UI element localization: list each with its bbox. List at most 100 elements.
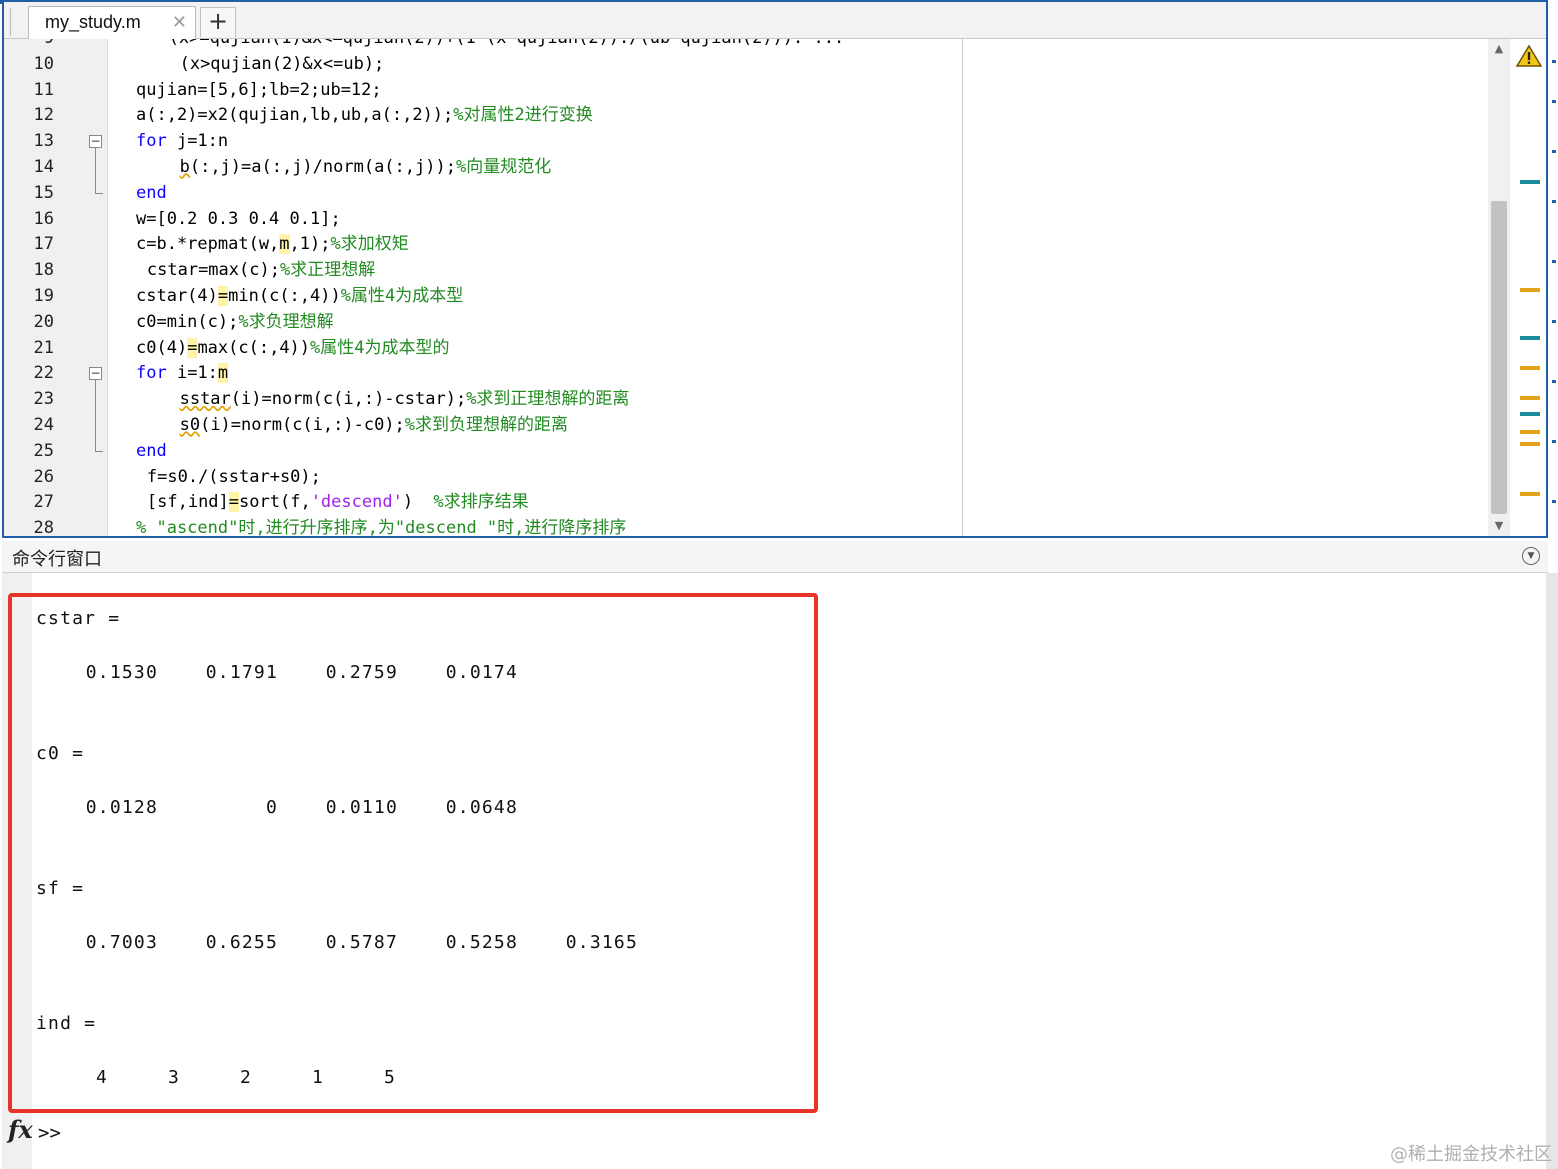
code-token: %求加权矩 — [330, 234, 409, 255]
code-line[interactable]: cstar(4)=min(c(:,4))%属性4为成本型 — [136, 283, 463, 309]
code-line[interactable]: f=s0./(sstar+s0); — [147, 464, 321, 490]
code-line[interactable]: w=[0.2 0.3 0.4 0.1]; — [136, 206, 341, 232]
code-line[interactable]: a(:,2)=x2(qujian,lb,ub,a(:,2));%对属性2进行变换 — [136, 102, 593, 128]
line-number: 18 — [33, 260, 54, 281]
code-token: b — [179, 157, 190, 177]
tab-bar-left-edge — [10, 8, 11, 36]
code-line[interactable]: [sf,ind]=sort(f,'descend') %求排序结果 — [147, 489, 529, 515]
code-token: (:,j)=a(:,j)/norm(a(:,j)); — [189, 157, 456, 177]
editor-tab-bar: my_study.m ✕ + — [4, 2, 1546, 39]
code-token: sort(f, — [239, 492, 311, 513]
code-token: %求到负理想解的距离 — [404, 415, 569, 435]
code-line[interactable]: % "ascend"时,进行升序排序,为"descend "时,进行降序排序 — [136, 515, 627, 538]
chevron-down-icon[interactable]: ▼ — [1522, 547, 1540, 565]
command-window-right-strip — [1546, 573, 1558, 1169]
code-token: sstar — [179, 389, 231, 410]
outer-marker — [1552, 200, 1556, 203]
analyzer-marker[interactable] — [1520, 396, 1540, 400]
code-token: ) — [402, 492, 434, 513]
line-number: 13 — [33, 131, 54, 152]
code-token: %属性4为成本型的 — [310, 337, 450, 358]
line-number: 15 — [33, 182, 54, 203]
analyzer-marker[interactable] — [1520, 288, 1540, 292]
code-token: 'descend' — [310, 492, 403, 513]
code-token: = — [187, 337, 198, 358]
line-number: 12 — [33, 105, 54, 126]
analyzer-marker[interactable] — [1520, 430, 1540, 434]
code-line[interactable]: c=b.*repmat(w,m,1);%求加权矩 — [136, 231, 409, 257]
fold-end — [95, 450, 103, 452]
code-token: = — [217, 286, 229, 306]
tab-close-icon[interactable]: ✕ — [172, 12, 187, 33]
code-line[interactable]: for i=1:m — [136, 360, 229, 386]
fold-toggle-icon[interactable]: − — [89, 135, 102, 149]
line-number: 14 — [33, 157, 54, 177]
code-line[interactable]: b(:,j)=a(:,j)/norm(a(:,j));%向量规范化 — [180, 154, 552, 180]
fold-line — [95, 380, 96, 451]
function-browser-icon[interactable]: fx — [8, 1115, 33, 1144]
code-line[interactable]: end — [136, 438, 167, 464]
line-number: 22 — [33, 363, 54, 384]
scroll-up-arrow-icon[interactable]: ▲ — [1488, 42, 1510, 55]
command-window-title: 命令行窗口 — [12, 549, 102, 570]
scroll-down-arrow-icon[interactable]: ▼ — [1488, 519, 1510, 532]
code-token: c=b.*repmat(w, — [136, 234, 280, 255]
code-token: j=1:n — [166, 131, 229, 152]
code-token: c0(4) — [136, 337, 188, 358]
code-token: for — [136, 131, 167, 152]
code-token: (x>qujian(2)&x<=ub); — [179, 53, 385, 74]
code-token: a(:,2)=x2(qujian,lb,ub,a(:,2)); — [136, 105, 454, 126]
analyzer-marker[interactable] — [1520, 442, 1540, 446]
tab-my-study[interactable]: my_study.m ✕ — [28, 6, 196, 39]
line-number: 28 — [33, 518, 54, 538]
line-number: 11 — [33, 79, 54, 100]
code-token: ,1); — [289, 234, 331, 255]
code-token: %求到正理想解的距离 — [466, 389, 630, 410]
analyzer-marker[interactable] — [1520, 412, 1540, 416]
analyzer-marker[interactable] — [1520, 366, 1540, 370]
outer-marker — [1552, 60, 1556, 63]
code-token: (i)=norm(c(i,:)-c0); — [200, 415, 405, 435]
code-token: %向量规范化 — [455, 157, 552, 177]
outer-marker — [1552, 380, 1556, 383]
code-token: for — [136, 363, 167, 384]
code-token: %求排序结果 — [433, 492, 529, 513]
outer-marker — [1552, 440, 1556, 443]
code-token: %对属性2进行变换 — [453, 105, 593, 126]
command-prompt[interactable]: >> — [38, 1122, 61, 1144]
command-window-header: 命令行窗口 ▼ — [2, 541, 1548, 573]
line-number: 10 — [33, 53, 54, 74]
outer-marker — [1552, 260, 1556, 263]
new-tab-button[interactable]: + — [200, 7, 236, 37]
code-analyzer-marker-strip — [1512, 38, 1546, 536]
code-line[interactable]: end — [136, 180, 167, 206]
code-token: m — [279, 234, 290, 255]
code-line[interactable]: c0(4)=max(c(:,4))%属性4为成本型的 — [136, 335, 450, 361]
code-token: % "ascend"时,进行升序排序,为"descend "时,进行降序排序 — [136, 518, 627, 538]
line-number: 27 — [33, 492, 54, 513]
code-line[interactable]: (x>qujian(2)&x<=ub); — [180, 51, 385, 77]
code-line[interactable]: sstar(i)=norm(c(i,:)-cstar);%求到正理想解的距离 — [180, 386, 630, 412]
code-line[interactable]: cstar=max(c);%求正理想解 — [147, 257, 375, 283]
watermark: @稀土掘金技术社区 — [1390, 1144, 1552, 1165]
code-line[interactable]: qujian=[5,6];lb=2;ub=12; — [136, 77, 382, 103]
code-line[interactable]: s0(i)=norm(c(i,:)-c0);%求到负理想解的距离 — [180, 412, 568, 438]
code-token: [sf,ind] — [146, 492, 229, 513]
outer-marker — [1552, 150, 1556, 153]
code-line[interactable]: for j=1:n — [136, 128, 228, 154]
code-line[interactable]: c0=min(c);%求负理想解 — [136, 309, 334, 335]
analyzer-marker[interactable] — [1520, 180, 1540, 184]
code-token: end — [136, 440, 167, 461]
fold-toggle-icon[interactable]: − — [89, 367, 102, 381]
analyzer-marker[interactable] — [1520, 336, 1540, 340]
scroll-thumb[interactable] — [1491, 201, 1507, 514]
code-token: %求负理想解 — [238, 311, 334, 332]
code-token: cstar=max(c); — [146, 260, 280, 281]
warning-icon[interactable] — [1516, 44, 1542, 68]
editor-vertical-scrollbar[interactable]: ▲ ▼ — [1488, 38, 1510, 536]
line-number: 24 — [33, 415, 54, 435]
analyzer-marker[interactable] — [1520, 492, 1540, 496]
code-token: i=1: — [166, 363, 218, 384]
code-token: qujian=[5,6];lb=2;ub=12; — [136, 79, 382, 100]
code-token: %求正理想解 — [279, 260, 376, 281]
